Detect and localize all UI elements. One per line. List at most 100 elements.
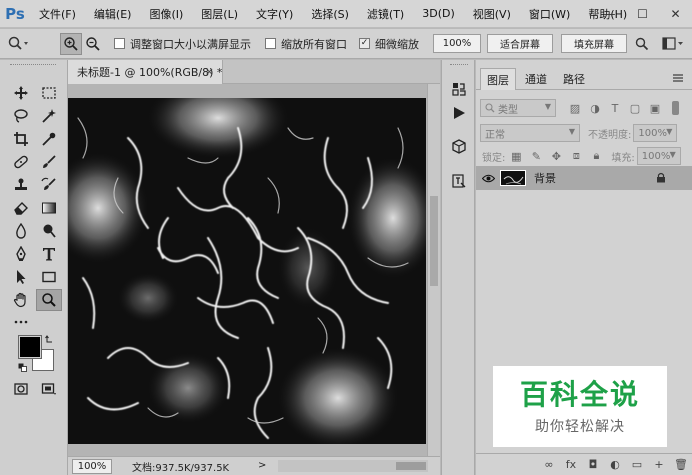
- vertical-scrollbar[interactable]: [427, 84, 440, 456]
- menu-window[interactable]: 窗口(W): [520, 6, 579, 22]
- fill-field[interactable]: 100% ▼: [636, 147, 681, 165]
- menu-layer[interactable]: 图层(L): [192, 6, 247, 22]
- layer-filter-select[interactable]: 类型 ▼: [480, 99, 556, 117]
- lock-position-icon[interactable]: ✥: [549, 149, 563, 163]
- panel-menu-button[interactable]: [672, 72, 684, 84]
- horizontal-scroll-thumb[interactable]: [396, 462, 426, 470]
- layer-filter-label: 类型: [498, 104, 518, 116]
- status-zoom-field[interactable]: 100%: [72, 458, 112, 474]
- zoom-tool[interactable]: [36, 289, 62, 311]
- vertical-scroll-thumb[interactable]: [430, 196, 438, 286]
- canvas-area[interactable]: [68, 84, 440, 456]
- eyedropper-tool[interactable]: [36, 128, 62, 150]
- delete-layer-icon[interactable]: 🗑: [670, 458, 692, 471]
- zoom-in-button[interactable]: [60, 32, 82, 55]
- dodge-tool[interactable]: [36, 220, 62, 242]
- tool-preset-picker[interactable]: [0, 33, 38, 55]
- brush-tool[interactable]: [36, 151, 62, 173]
- search-button[interactable]: [631, 33, 653, 55]
- default-colors-button[interactable]: [18, 362, 27, 372]
- pen-tool[interactable]: [8, 243, 34, 265]
- workspace-switcher[interactable]: [659, 33, 689, 55]
- droplet-icon: [16, 223, 26, 239]
- minimize-button[interactable]: —: [593, 0, 626, 28]
- toolbar-grip: [10, 64, 56, 66]
- lock-artboard-icon[interactable]: ⧈: [569, 149, 583, 163]
- horizontal-scrollbar[interactable]: [278, 460, 428, 472]
- swap-colors-button[interactable]: [45, 334, 55, 344]
- maximize-button[interactable]: ☐: [626, 0, 659, 28]
- layer-row-background[interactable]: 背景: [476, 166, 692, 190]
- scrubby-zoom-label: 细微缩放: [375, 37, 419, 51]
- zoom-all-checkbox[interactable]: [265, 38, 276, 49]
- tools-panel: [0, 60, 68, 475]
- filter-smart-object-icon[interactable]: ▣: [648, 101, 662, 115]
- history-brush-tool[interactable]: [36, 174, 62, 196]
- paragraph-panel-button[interactable]: [450, 172, 468, 190]
- document-tab[interactable]: 未标题-1 @ 100%(RGB/8) * ×: [68, 60, 223, 84]
- layer-style-icon[interactable]: fx: [560, 458, 582, 471]
- adjustment-layer-icon[interactable]: ◐: [604, 458, 626, 471]
- tab-paths[interactable]: 路径: [556, 68, 592, 90]
- blend-mode-select[interactable]: 正常 ▼: [480, 124, 580, 142]
- filter-adjustment-icon[interactable]: ◑: [588, 101, 602, 115]
- eraser-tool[interactable]: [8, 197, 34, 219]
- rectangle-tool[interactable]: [36, 266, 62, 288]
- menu-3d[interactable]: 3D(D): [413, 7, 464, 20]
- new-layer-icon[interactable]: +: [648, 458, 670, 471]
- new-group-icon[interactable]: ▭: [626, 458, 648, 471]
- lock-all-icon[interactable]: 🔒︎: [589, 149, 603, 163]
- tab-layers[interactable]: 图层: [480, 68, 516, 90]
- opacity-field[interactable]: 100% ▼: [633, 124, 678, 142]
- history-panel-button[interactable]: [450, 80, 468, 98]
- add-mask-icon[interactable]: ◘: [582, 458, 604, 471]
- tab-channels[interactable]: 通道: [518, 68, 554, 90]
- edit-toolbar-button[interactable]: [8, 311, 34, 333]
- dock-grip: [450, 64, 468, 66]
- menu-edit[interactable]: 编辑(E): [85, 6, 141, 22]
- filter-toggle-switch[interactable]: [672, 101, 679, 115]
- healing-brush-tool[interactable]: [8, 151, 34, 173]
- magic-wand-tool[interactable]: [36, 105, 62, 127]
- fit-screen-button[interactable]: 适合屏幕: [487, 34, 553, 53]
- menu-type[interactable]: 文字(Y): [247, 6, 302, 22]
- zoom-out-button[interactable]: [82, 33, 104, 55]
- menu-image[interactable]: 图像(I): [140, 6, 192, 22]
- crop-tool[interactable]: [8, 128, 34, 150]
- clone-stamp-tool[interactable]: [8, 174, 34, 196]
- zoom-percent-field[interactable]: 100%: [433, 34, 481, 53]
- actions-panel-button[interactable]: [450, 104, 468, 122]
- type-tool[interactable]: [36, 243, 62, 265]
- menu-file[interactable]: 文件(F): [30, 6, 85, 22]
- lock-pixels-icon[interactable]: ✎: [529, 149, 543, 163]
- move-tool[interactable]: [8, 82, 34, 104]
- menu-filter[interactable]: 滤镜(T): [358, 6, 413, 22]
- layer-visibility-toggle[interactable]: [480, 174, 496, 183]
- 3d-panel-button[interactable]: [450, 138, 468, 156]
- screen-mode-button[interactable]: [36, 378, 62, 400]
- quick-mask-button[interactable]: [8, 378, 34, 400]
- menu-view[interactable]: 视图(V): [464, 6, 520, 22]
- close-button[interactable]: ✕: [659, 0, 692, 28]
- status-menu-arrow[interactable]: >: [258, 460, 266, 471]
- dodge-icon: [43, 224, 56, 238]
- menu-select[interactable]: 选择(S): [302, 6, 358, 22]
- rectangle-shape-icon: [42, 271, 56, 283]
- fill-screen-button[interactable]: 填充屏幕: [561, 34, 627, 53]
- document-canvas[interactable]: [68, 98, 426, 444]
- path-selection-tool[interactable]: [8, 266, 34, 288]
- scrubby-zoom-checkbox[interactable]: ✓: [359, 38, 370, 49]
- lasso-tool[interactable]: [8, 105, 34, 127]
- link-layers-icon[interactable]: ∞: [538, 458, 560, 471]
- close-document-icon[interactable]: ×: [205, 65, 214, 78]
- hand-tool[interactable]: [8, 289, 34, 311]
- gradient-tool[interactable]: [36, 197, 62, 219]
- filter-type-icon[interactable]: T: [608, 101, 622, 115]
- resize-windows-checkbox[interactable]: [114, 38, 125, 49]
- marquee-tool[interactable]: [36, 82, 62, 104]
- filter-pixel-icon[interactable]: ▨: [568, 101, 582, 115]
- foreground-color-swatch[interactable]: [18, 335, 42, 359]
- filter-shape-icon[interactable]: ▢: [628, 101, 642, 115]
- lock-transparent-icon[interactable]: ▦: [509, 149, 523, 163]
- blur-tool[interactable]: [8, 220, 34, 242]
